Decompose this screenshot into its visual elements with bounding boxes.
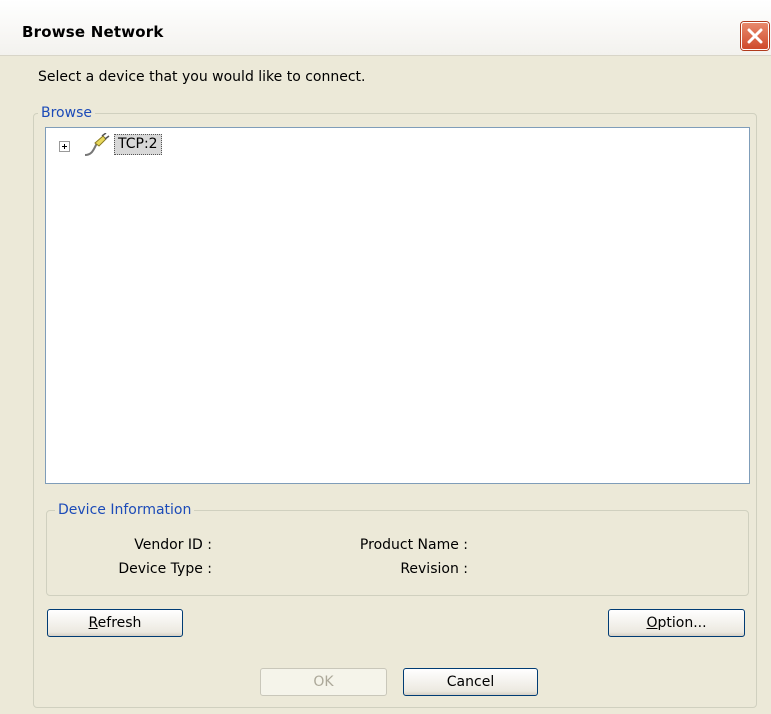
vendor-id-label: Vendor ID : [134, 537, 212, 553]
plus-expander-icon[interactable] [59, 141, 70, 152]
option-label: ption... [657, 615, 707, 631]
browse-network-dialog: Browse Network Select a device that you … [0, 0, 771, 714]
cancel-button[interactable]: Cancel [403, 668, 538, 696]
option-accelerator: O [646, 615, 658, 631]
close-icon [747, 28, 763, 44]
device-type-label: Device Type : [118, 561, 212, 577]
device-tree[interactable]: TCP:2 [45, 127, 750, 484]
device-information-group: Device Information [46, 502, 749, 596]
browse-legend: Browse [38, 105, 95, 121]
refresh-label: efresh [97, 615, 142, 631]
title-bar[interactable]: Browse Network [0, 0, 771, 56]
network-plug-icon [84, 133, 110, 156]
tree-node-tcp2[interactable]: TCP:2 [114, 134, 162, 155]
product-name-label: Product Name : [359, 537, 468, 553]
refresh-button[interactable]: Refresh [47, 609, 183, 637]
ok-button[interactable]: OK [260, 668, 387, 696]
revision-label: Revision : [400, 561, 468, 577]
option-button[interactable]: Option... [608, 609, 745, 637]
device-information-legend: Device Information [55, 502, 195, 518]
close-button[interactable] [741, 22, 769, 50]
instruction-text: Select a device that you would like to c… [38, 69, 366, 85]
refresh-accelerator: R [88, 615, 98, 631]
window-title: Browse Network [22, 23, 164, 41]
